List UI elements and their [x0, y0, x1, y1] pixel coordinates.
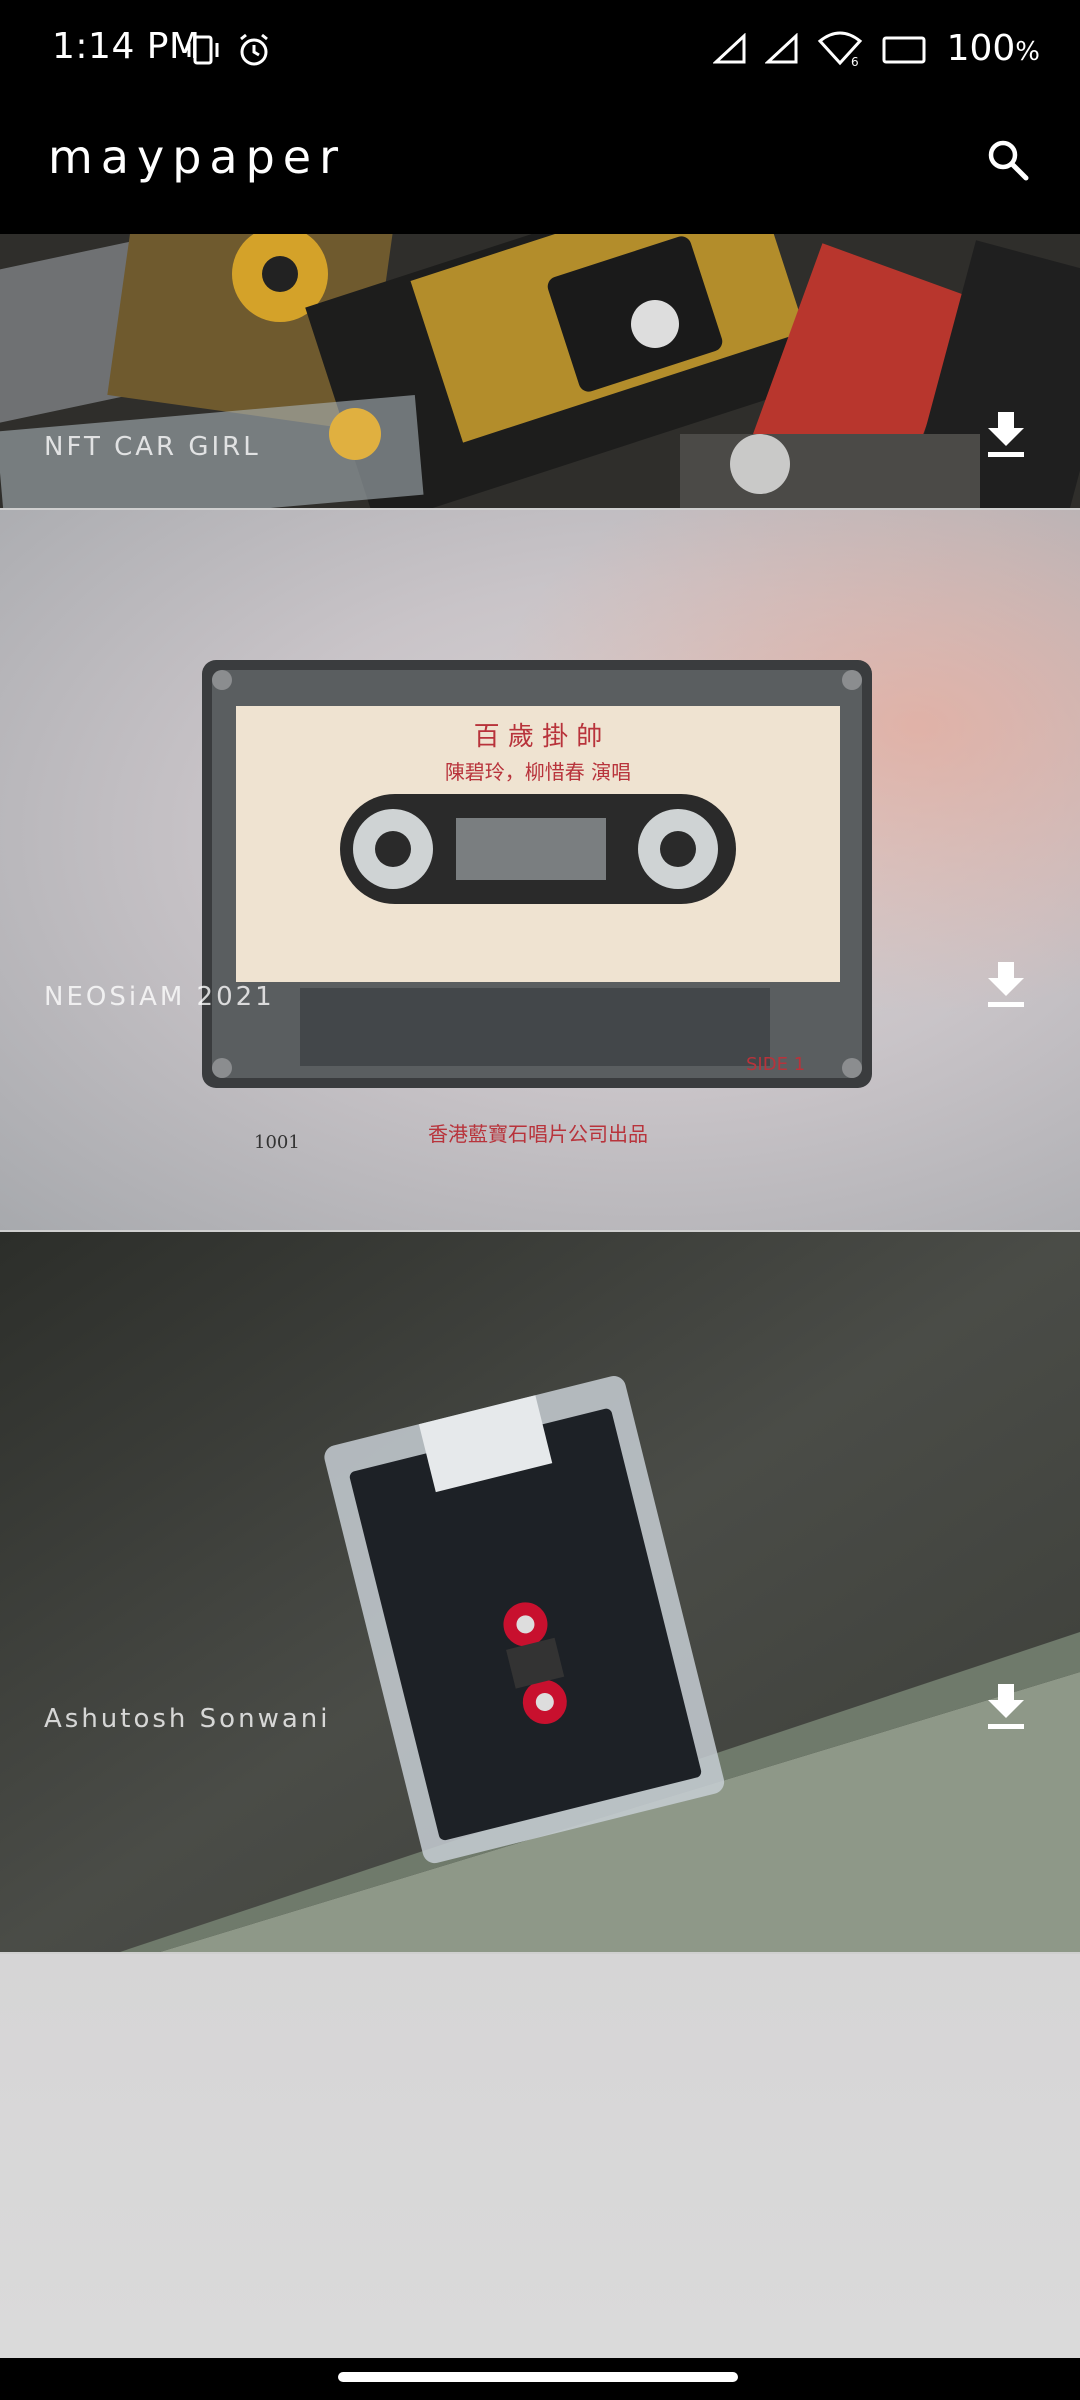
wallpaper-feed[interactable]: NFT CAR GIRL 百 歲 掛 帥 陳碧玲，柳惜春 演唱 SIDE 1 1… — [0, 234, 1080, 2358]
home-gesture-handle[interactable] — [338, 2372, 738, 2382]
status-right-icons: 6 100% — [712, 28, 1040, 69]
signal-icon — [712, 32, 746, 63]
battery-unit: % — [1015, 37, 1040, 67]
alarm-icon — [240, 33, 268, 66]
cassette-label-line1: 百 歲 掛 帥 — [473, 722, 603, 752]
battery-icon — [882, 36, 926, 63]
vibrate-icon — [187, 35, 219, 65]
app-title: maypaper — [48, 130, 347, 184]
wallpaper-credit: NFT CAR GIRL — [44, 432, 261, 462]
status-bar: 1:14 PM 6 100% — [0, 0, 1080, 100]
battery-value: 100 — [946, 28, 1016, 69]
search-icon — [988, 140, 1029, 181]
wallpaper-credit: Ashutosh Sonwani — [44, 1704, 331, 1734]
wallpaper-card-placeholder[interactable] — [0, 1954, 1080, 2358]
gesture-bar — [0, 2358, 1080, 2400]
wallpaper-credit: NEOSiAM 2021 — [44, 982, 275, 1012]
wallpaper-card[interactable]: Ashutosh Sonwani — [0, 1232, 1080, 1952]
wallpaper-card[interactable]: 百 歲 掛 帥 陳碧玲，柳惜春 演唱 SIDE 1 1001 香港藍寶石唱片公司… — [0, 510, 1080, 1230]
download-icon[interactable] — [986, 960, 1026, 1008]
wifi-icon: 6 — [817, 31, 862, 67]
cassette-label-side: SIDE 1 — [746, 1054, 806, 1075]
wallpaper-image — [0, 234, 1080, 508]
wallpaper-image — [0, 1232, 1080, 1952]
battery-percent: 100% — [947, 28, 1040, 69]
svg-text:6: 6 — [851, 55, 859, 67]
cassette-label-footer: 香港藍寶石唱片公司出品 — [428, 1122, 648, 1146]
app-bar: maypaper — [0, 100, 1080, 234]
signal-icon — [764, 32, 798, 63]
status-left-icons — [186, 32, 272, 68]
cassette-label-line2: 陳碧玲，柳惜春 演唱 — [444, 760, 632, 784]
download-icon[interactable] — [986, 410, 1026, 458]
search-button[interactable] — [976, 128, 1040, 192]
download-icon[interactable] — [986, 1682, 1026, 1730]
wallpaper-card[interactable]: NFT CAR GIRL — [0, 234, 1080, 508]
status-time: 1:14 PM — [52, 26, 201, 67]
